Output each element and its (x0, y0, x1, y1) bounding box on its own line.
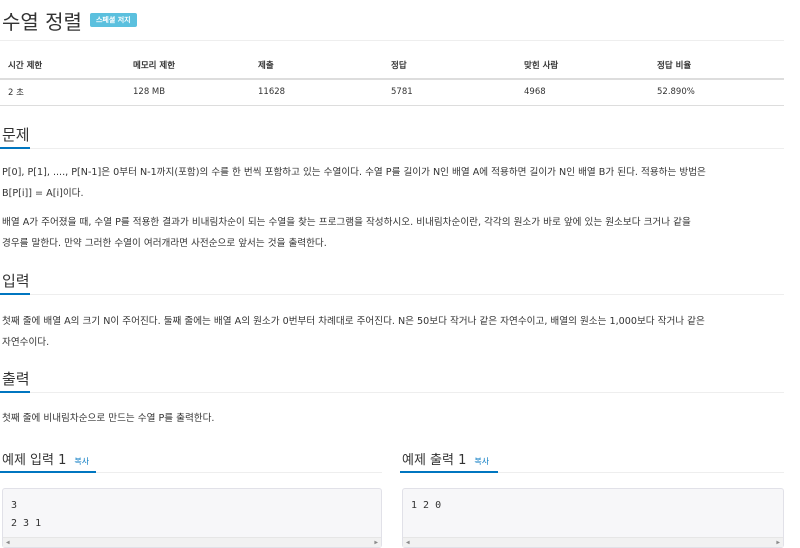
sample-output-accent (400, 471, 498, 473)
value-memory-limit: 128 MB (125, 79, 250, 106)
output-text-line: 첫째 줄에 비내림차순으로 만드는 수열 P를 출력한다. (2, 413, 215, 424)
problem-title: 수열 정렬 (2, 9, 82, 34)
value-accept-ratio: 52.890% (649, 79, 784, 106)
sample-output-content: 1 2 0 (411, 500, 442, 511)
info-value-row: 2 초 128 MB 11628 5781 4968 52.890% (0, 79, 784, 106)
problem-text-line: B[P[i]] = A[i]이다. (2, 188, 84, 199)
output-section-line (0, 392, 784, 393)
header-solved-users: 맞힌 사람 (516, 52, 649, 80)
problem-section-line (0, 148, 784, 149)
scroll-left-arrow-icon[interactable]: ◀ (6, 539, 10, 547)
problem-text-line: 배열 A가 주어졌을 때, 수열 P를 적용한 결과가 비내림차순이 되는 수열… (2, 217, 691, 228)
title-row: 수열 정렬 스페셜 저지 (2, 6, 137, 34)
input-section-heading: 입력 (2, 272, 30, 290)
sample-input-box[interactable]: 3 2 3 1 ◀ ▶ (2, 488, 382, 548)
problem-section-accent (0, 147, 30, 149)
output-section-heading: 출력 (2, 370, 30, 388)
sample-input-title: 예제 입력 1 (2, 453, 67, 468)
info-header-row: 시간 제한 메모리 제한 제출 정답 맞힌 사람 정답 비율 (0, 52, 784, 80)
scroll-right-arrow-icon[interactable]: ▶ (776, 539, 780, 547)
sample-output-title: 예제 출력 1 (402, 453, 467, 468)
problem-info-table: 시간 제한 메모리 제한 제출 정답 맞힌 사람 정답 비율 2 초 128 M… (0, 52, 784, 106)
input-description: 첫째 줄에 배열 A의 크기 N이 주어진다. 둘째 줄에는 배열 A의 원소가… (2, 311, 786, 353)
sample-input-content: 3 2 3 1 (11, 500, 42, 529)
problem-section-heading: 문제 (2, 126, 30, 144)
scroll-right-arrow-icon[interactable]: ▶ (374, 539, 378, 547)
problem-text-line: 경우를 말한다. 만약 그러한 수열이 여러개라면 사전순으로 앞서는 것을 출… (2, 238, 327, 249)
scroll-left-arrow-icon[interactable]: ◀ (406, 539, 410, 547)
sample-input-accent (0, 471, 96, 473)
sample-output-box[interactable]: 1 2 0 ◀ ▶ (402, 488, 784, 548)
copy-sample-output-button[interactable]: 복사 (474, 456, 489, 467)
header-memory-limit: 메모리 제한 (125, 52, 250, 80)
problem-page: 수열 정렬 스페셜 저지 시간 제한 메모리 제한 제출 정답 맞힌 사람 정답… (0, 0, 800, 548)
output-section-accent (0, 391, 30, 393)
problem-description: P[0], P[1], ...., P[N-1]은 0부터 N-1까지(포함)의… (2, 162, 786, 204)
special-judge-badge[interactable]: 스페셜 저지 (89, 13, 137, 27)
input-section-accent (0, 293, 30, 295)
title-divider (0, 40, 784, 41)
header-submissions: 제출 (250, 52, 383, 80)
input-text-line: 첫째 줄에 배열 A의 크기 N이 주어진다. 둘째 줄에는 배열 A의 원소가… (2, 316, 705, 327)
problem-text-line: P[0], P[1], ...., P[N-1]은 0부터 N-1까지(포함)의… (2, 167, 706, 178)
header-accept-ratio: 정답 비율 (649, 52, 784, 80)
problem-description-2: 배열 A가 주어졌을 때, 수열 P를 적용한 결과가 비내림차순이 되는 수열… (2, 212, 786, 254)
value-solved-users[interactable]: 4968 (516, 79, 649, 106)
copy-sample-input-button[interactable]: 복사 (74, 456, 89, 467)
output-description: 첫째 줄에 비내림차순으로 만드는 수열 P를 출력한다. (2, 408, 786, 429)
header-time-limit: 시간 제한 (0, 52, 125, 80)
value-submissions[interactable]: 11628 (250, 79, 383, 106)
value-accepted[interactable]: 5781 (383, 79, 516, 106)
sample-output-heading: 예제 출력 1 복사 (402, 449, 489, 468)
input-text-line: 자연수이다. (2, 337, 50, 348)
sample-input-scrollbar[interactable]: ◀ ▶ (3, 537, 381, 547)
sample-input-heading: 예제 입력 1 복사 (2, 449, 89, 468)
sample-output-scrollbar[interactable]: ◀ ▶ (403, 537, 783, 547)
input-section-line (0, 294, 784, 295)
header-accepted: 정답 (383, 52, 516, 80)
value-time-limit: 2 초 (0, 79, 125, 106)
